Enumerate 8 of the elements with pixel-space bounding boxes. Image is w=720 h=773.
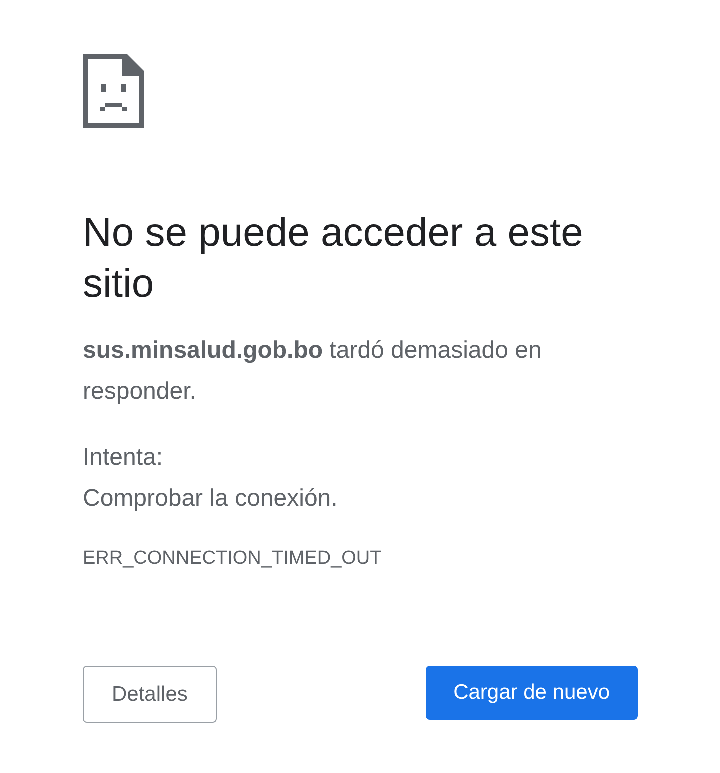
error-code: ERR_CONNECTION_TIMED_OUT bbox=[83, 547, 383, 571]
suggestions-heading: Intenta: bbox=[83, 443, 164, 473]
error-title: No se puede acceder a este sitio bbox=[83, 210, 584, 308]
reload-button[interactable]: Cargar de nuevo bbox=[426, 666, 638, 720]
details-button[interactable]: Detalles bbox=[83, 666, 217, 723]
suggestion-item: Comprobar la conexión. bbox=[83, 484, 339, 514]
sad-page-icon bbox=[83, 54, 144, 128]
error-message: sus.minsalud.gob.bo tardó demasiado en responder. bbox=[83, 336, 543, 407]
